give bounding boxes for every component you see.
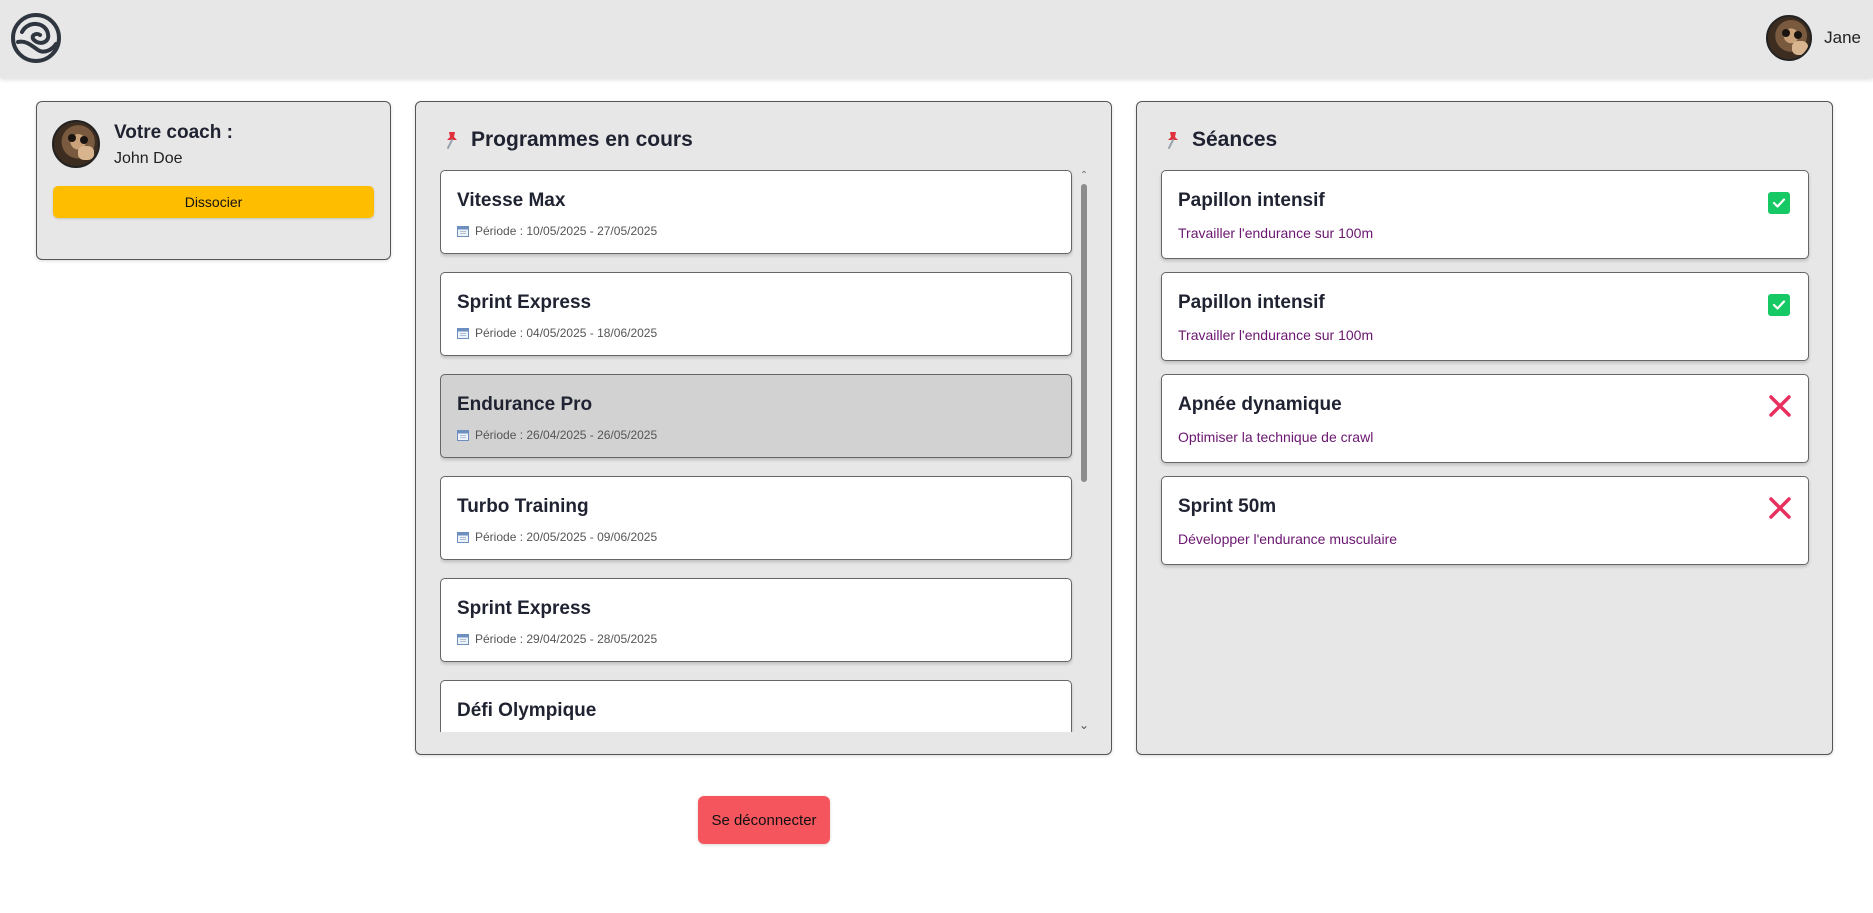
program-name: Vitesse Max [457,190,566,211]
program-period: Période : 04/05/2025 - 18/06/2025 [457,326,657,340]
programs-panel: Programmes en cours Vitesse Max Période :… [415,101,1112,755]
calendar-icon [457,328,469,339]
coach-avatar [52,120,100,168]
programs-header: Programmes en cours [442,128,693,152]
program-card[interactable]: Vitesse Max Période : 10/05/2025 - 27/05/… [440,170,1072,254]
sessions-panel: Séances Papillon intensif Travailler l'en… [1136,101,1833,755]
program-period-text: Période : 26/04/2025 - 26/05/2025 [475,428,658,442]
scroll-down-icon[interactable]: ⌄ [1078,718,1090,732]
session-description: Travailler l'endurance sur 100m [1178,225,1374,241]
program-period: Période : 10/05/2025 - 27/05/2025 [457,224,657,238]
session-name: Papillon intensif [1178,190,1325,211]
program-card[interactable]: Sprint Express Période : 29/04/2025 - 28/… [440,578,1072,662]
program-card[interactable]: Endurance Pro Période : 26/04/2025 - 26/0… [440,374,1072,458]
logout-button[interactable]: Se déconnecter [698,796,830,844]
session-card[interactable]: Apnée dynamique Optimiser la technique de… [1161,374,1809,463]
coach-name: John Doe [114,150,183,167]
coach-title: Votre coach : [114,122,233,143]
calendar-icon [457,634,469,645]
session-name: Papillon intensif [1178,292,1325,313]
program-name: Défi Olympique [457,700,597,721]
cross-icon[interactable] [1768,496,1792,520]
session-description: Travailler l'endurance sur 100m [1178,327,1374,343]
swirl-logo-icon[interactable] [10,12,62,64]
check-icon[interactable] [1768,294,1790,316]
session-description: Développer l'endurance musculaire [1178,531,1398,547]
program-name: Turbo Training [457,496,589,517]
session-card[interactable]: Papillon intensif Travailler l'endurance … [1161,170,1809,259]
program-period-text: Période : 04/05/2025 - 18/06/2025 [475,326,658,340]
top-bar: Jane [0,0,1873,78]
session-card[interactable]: Papillon intensif Travailler l'endurance … [1161,272,1809,361]
calendar-icon [457,430,469,441]
program-period: Période : 26/04/2025 - 26/05/2025 [457,428,657,442]
program-name: Sprint Express [457,292,592,313]
check-icon[interactable] [1768,192,1790,214]
session-name: Sprint 50m [1178,496,1277,517]
session-description: Optimiser la technique de crawl [1178,429,1374,445]
program-period-text: Période : 29/04/2025 - 28/05/2025 [475,632,658,646]
program-period: Période : 20/05/2025 - 09/06/2025 [457,530,657,544]
program-period: Période : 29/04/2025 - 28/05/2025 [457,632,657,646]
programs-title: Programmes en cours [471,128,693,151]
program-period-text: Période : 10/05/2025 - 27/05/2025 [475,224,658,238]
scroll-thumb[interactable] [1081,184,1087,482]
user-name: Jane [1824,28,1861,47]
calendar-icon [457,532,469,543]
session-card[interactable]: Sprint 50m Développer l'endurance muscula… [1161,476,1809,565]
cross-icon[interactable] [1768,394,1792,418]
session-name: Apnée dynamique [1178,394,1342,415]
program-period-text: Période : 20/05/2025 - 09/06/2025 [475,530,658,544]
coach-panel: Votre coach : John Doe Dissocier [36,101,391,260]
program-card[interactable]: Turbo Training Période : 20/05/2025 - 09/… [440,476,1072,560]
user-menu[interactable]: Jane [1766,13,1861,63]
programs-scrollbar[interactable]: ⌃ ⌄ [1078,170,1090,732]
sessions-title: Séances [1192,128,1278,151]
scroll-up-icon[interactable]: ⌃ [1078,170,1090,182]
sessions-header: Séances [1163,128,1277,152]
program-card[interactable]: Défi Olympique [440,680,1072,732]
program-name: Sprint Express [457,598,592,619]
program-card[interactable]: Sprint Express Période : 04/05/2025 - 18/… [440,272,1072,356]
pushpin-icon [447,132,457,149]
program-name: Endurance Pro [457,394,593,415]
pushpin-icon [1168,132,1178,149]
dissociate-button[interactable]: Dissocier [53,186,374,218]
calendar-icon [457,226,469,237]
programs-list[interactable]: Vitesse Max Période : 10/05/2025 - 27/05/… [440,170,1074,732]
user-avatar[interactable] [1766,15,1813,61]
